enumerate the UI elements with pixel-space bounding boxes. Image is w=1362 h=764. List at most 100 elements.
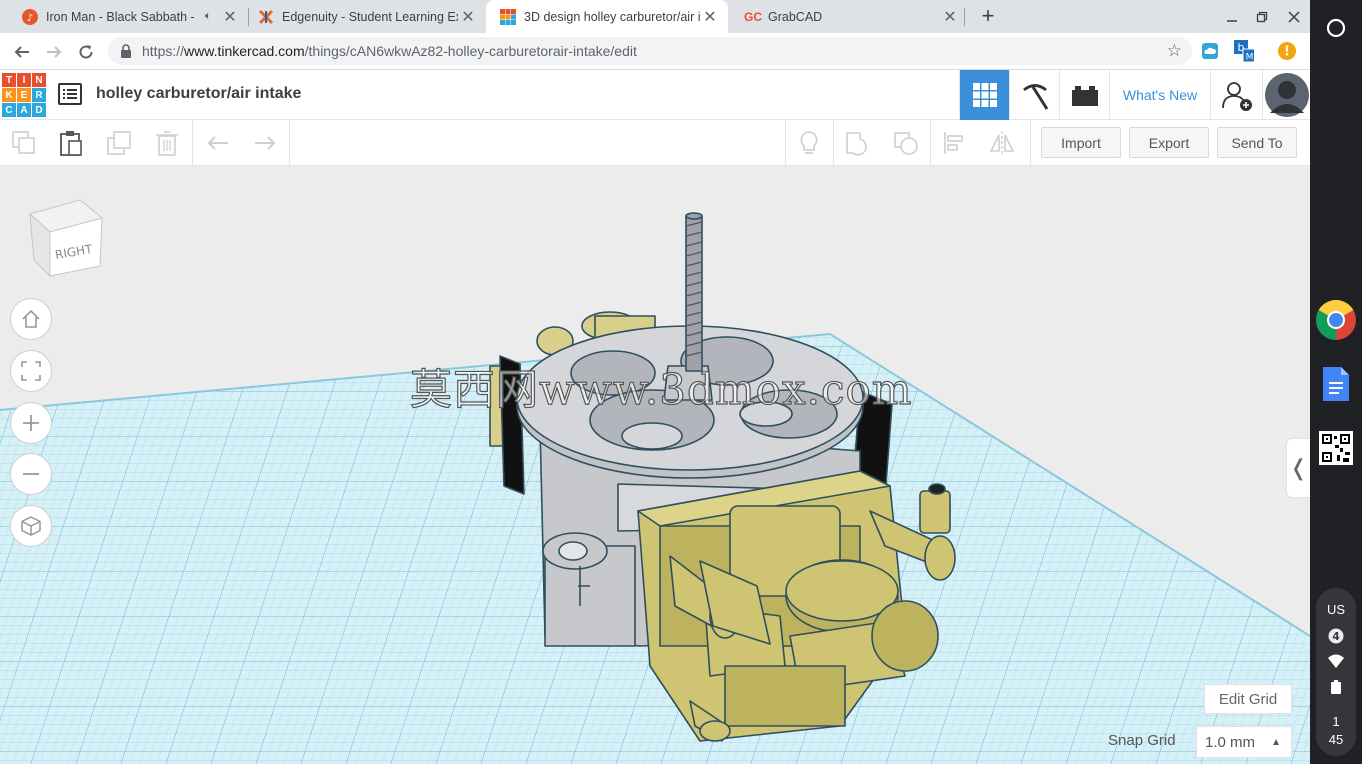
minus-icon	[23, 473, 39, 475]
chrome-app-icon[interactable]	[1316, 300, 1356, 340]
back-button[interactable]	[9, 39, 35, 65]
3d-design-view-button[interactable]	[959, 70, 1009, 120]
toolbar-divider	[833, 120, 834, 166]
3d-scene[interactable]	[0, 166, 1310, 764]
import-button[interactable]: Import	[1041, 127, 1121, 158]
undo-button[interactable]	[203, 128, 233, 158]
launcher-circle-icon	[1326, 18, 1346, 38]
pickaxe-icon	[1022, 84, 1048, 110]
user-avatar[interactable]	[1262, 70, 1310, 120]
toolbar-divider	[785, 120, 786, 166]
google-docs-app-icon[interactable]	[1316, 364, 1356, 404]
tab-tinkercad-design[interactable]: 3D design holley carburetor/air i ✕	[486, 0, 728, 33]
mirror-button[interactable]	[987, 128, 1017, 158]
zoom-out-button[interactable]	[10, 453, 52, 495]
snap-grid-select[interactable]: 1.0 mm ▲	[1196, 726, 1292, 758]
view-cube[interactable]: RIGHT	[24, 194, 108, 278]
cloud-extension-icon[interactable]	[1200, 41, 1220, 61]
tab-title: Iron Man - Black Sabbath - G	[46, 9, 198, 24]
toolbar-divider	[930, 120, 931, 166]
paste-button[interactable]	[56, 128, 86, 158]
redo-icon	[255, 136, 276, 150]
copy-button[interactable]	[9, 128, 39, 158]
reload-icon	[79, 45, 93, 59]
svg-text:♪: ♪	[27, 13, 33, 24]
add-user-button[interactable]	[1210, 70, 1262, 120]
tab-title: 3D design holley carburetor/air i	[524, 9, 700, 24]
cube-icon	[21, 516, 41, 536]
back-arrow-icon	[14, 46, 29, 58]
minimize-icon[interactable]	[1220, 6, 1244, 28]
browser-tab-strip: ♪ Iron Man - Black Sabbath - G 🔈︎ ✕ Edge…	[0, 0, 1310, 33]
forward-button[interactable]	[41, 39, 67, 65]
delete-button[interactable]	[152, 128, 182, 158]
mirror-icon	[989, 131, 1015, 155]
snap-grid-value: 1.0 mm	[1205, 733, 1256, 751]
logo-letter: C	[2, 103, 16, 117]
bm-extension-icon[interactable]: bM	[1234, 40, 1254, 62]
logo-letter: I	[17, 73, 31, 87]
logo-letter: T	[2, 73, 16, 87]
lock-icon	[120, 44, 132, 58]
watermark-text: 莫西网www.3dmox.com	[409, 364, 913, 414]
grid-icon	[972, 83, 997, 107]
paste-icon	[60, 131, 82, 156]
new-tab-button[interactable]: +	[976, 3, 1000, 28]
restore-icon[interactable]	[1250, 6, 1274, 28]
design-title[interactable]: holley carburetor/air intake	[96, 85, 301, 103]
launcher-button[interactable]	[1316, 8, 1356, 48]
tinkercad-icon	[500, 8, 516, 25]
close-icon[interactable]: ✕	[940, 7, 960, 27]
tab-iron-man[interactable]: ♪ Iron Man - Black Sabbath - G 🔈︎ ✕	[8, 0, 248, 33]
notes-button[interactable]	[794, 128, 824, 158]
design-list-button[interactable]	[58, 82, 82, 106]
home-view-button[interactable]	[10, 298, 52, 340]
tab-edgenuity[interactable]: Edgenuity - Student Learning Exp ✕	[244, 0, 486, 33]
svg-text:4: 4	[1332, 631, 1339, 643]
music-icon: ♪	[22, 8, 38, 25]
browser-toolbar: https:// www.tinkercad.com /things/cAN6w…	[0, 33, 1310, 70]
fit-view-button[interactable]	[10, 350, 52, 392]
close-window-icon[interactable]	[1282, 6, 1306, 28]
close-icon[interactable]: ✕	[220, 7, 240, 27]
logo-letter: K	[2, 88, 16, 102]
trash-icon	[156, 131, 178, 156]
grabcad-icon: GC	[744, 9, 762, 24]
workplane-3d-view[interactable]: 莫西网www.3dmox.com RIGHT ❬ Edit Grid Snap …	[0, 166, 1310, 764]
url-path: /things/cAN6wkwAz82-holley-carburetorair…	[304, 43, 637, 59]
tab-title: GrabCAD	[768, 9, 823, 24]
ungroup-button[interactable]	[891, 128, 921, 158]
edit-grid-button[interactable]: Edit Grid	[1204, 684, 1292, 714]
close-icon[interactable]: ✕	[458, 7, 478, 27]
speaker-icon[interactable]: 🔈︎	[198, 7, 218, 27]
logo-letter: R	[32, 88, 46, 102]
add-user-icon	[1221, 82, 1252, 111]
address-bar[interactable]: https:// www.tinkercad.com /things/cAN6w…	[108, 37, 1192, 65]
collapse-panel-button[interactable]: ❬	[1286, 438, 1310, 498]
zoom-in-button[interactable]	[10, 402, 52, 444]
perspective-button[interactable]	[10, 505, 52, 547]
bricks-view-button[interactable]	[1059, 70, 1109, 120]
profile-alert-icon[interactable]: !	[1277, 41, 1297, 61]
reload-button[interactable]	[73, 39, 99, 65]
snap-grid-label: Snap Grid	[1108, 732, 1176, 749]
blocks-view-button[interactable]	[1009, 70, 1059, 120]
align-button[interactable]	[940, 128, 970, 158]
logo-letter: D	[32, 103, 46, 117]
bookmark-star-icon[interactable]: ☆	[1167, 41, 1182, 61]
group-button[interactable]	[843, 128, 873, 158]
url-host: www.tinkercad.com	[184, 43, 305, 59]
tab-grabcad[interactable]: GC GrabCAD ✕	[728, 0, 968, 33]
close-icon[interactable]: ✕	[700, 7, 720, 27]
duplicate-button[interactable]	[104, 128, 134, 158]
export-button[interactable]: Export	[1129, 127, 1209, 158]
whats-new-link[interactable]: What's New	[1109, 70, 1210, 120]
clock-minute: 45	[1328, 732, 1344, 747]
logo-letter: E	[17, 88, 31, 102]
send-to-button[interactable]: Send To	[1217, 127, 1297, 158]
tinkercad-logo[interactable]: T I N K E R C A D	[2, 73, 46, 117]
qr-code-app-icon[interactable]	[1316, 428, 1356, 468]
logo-letter: N	[32, 73, 46, 87]
system-tray[interactable]: US 4 1 45	[1316, 588, 1356, 756]
redo-button[interactable]	[250, 128, 280, 158]
